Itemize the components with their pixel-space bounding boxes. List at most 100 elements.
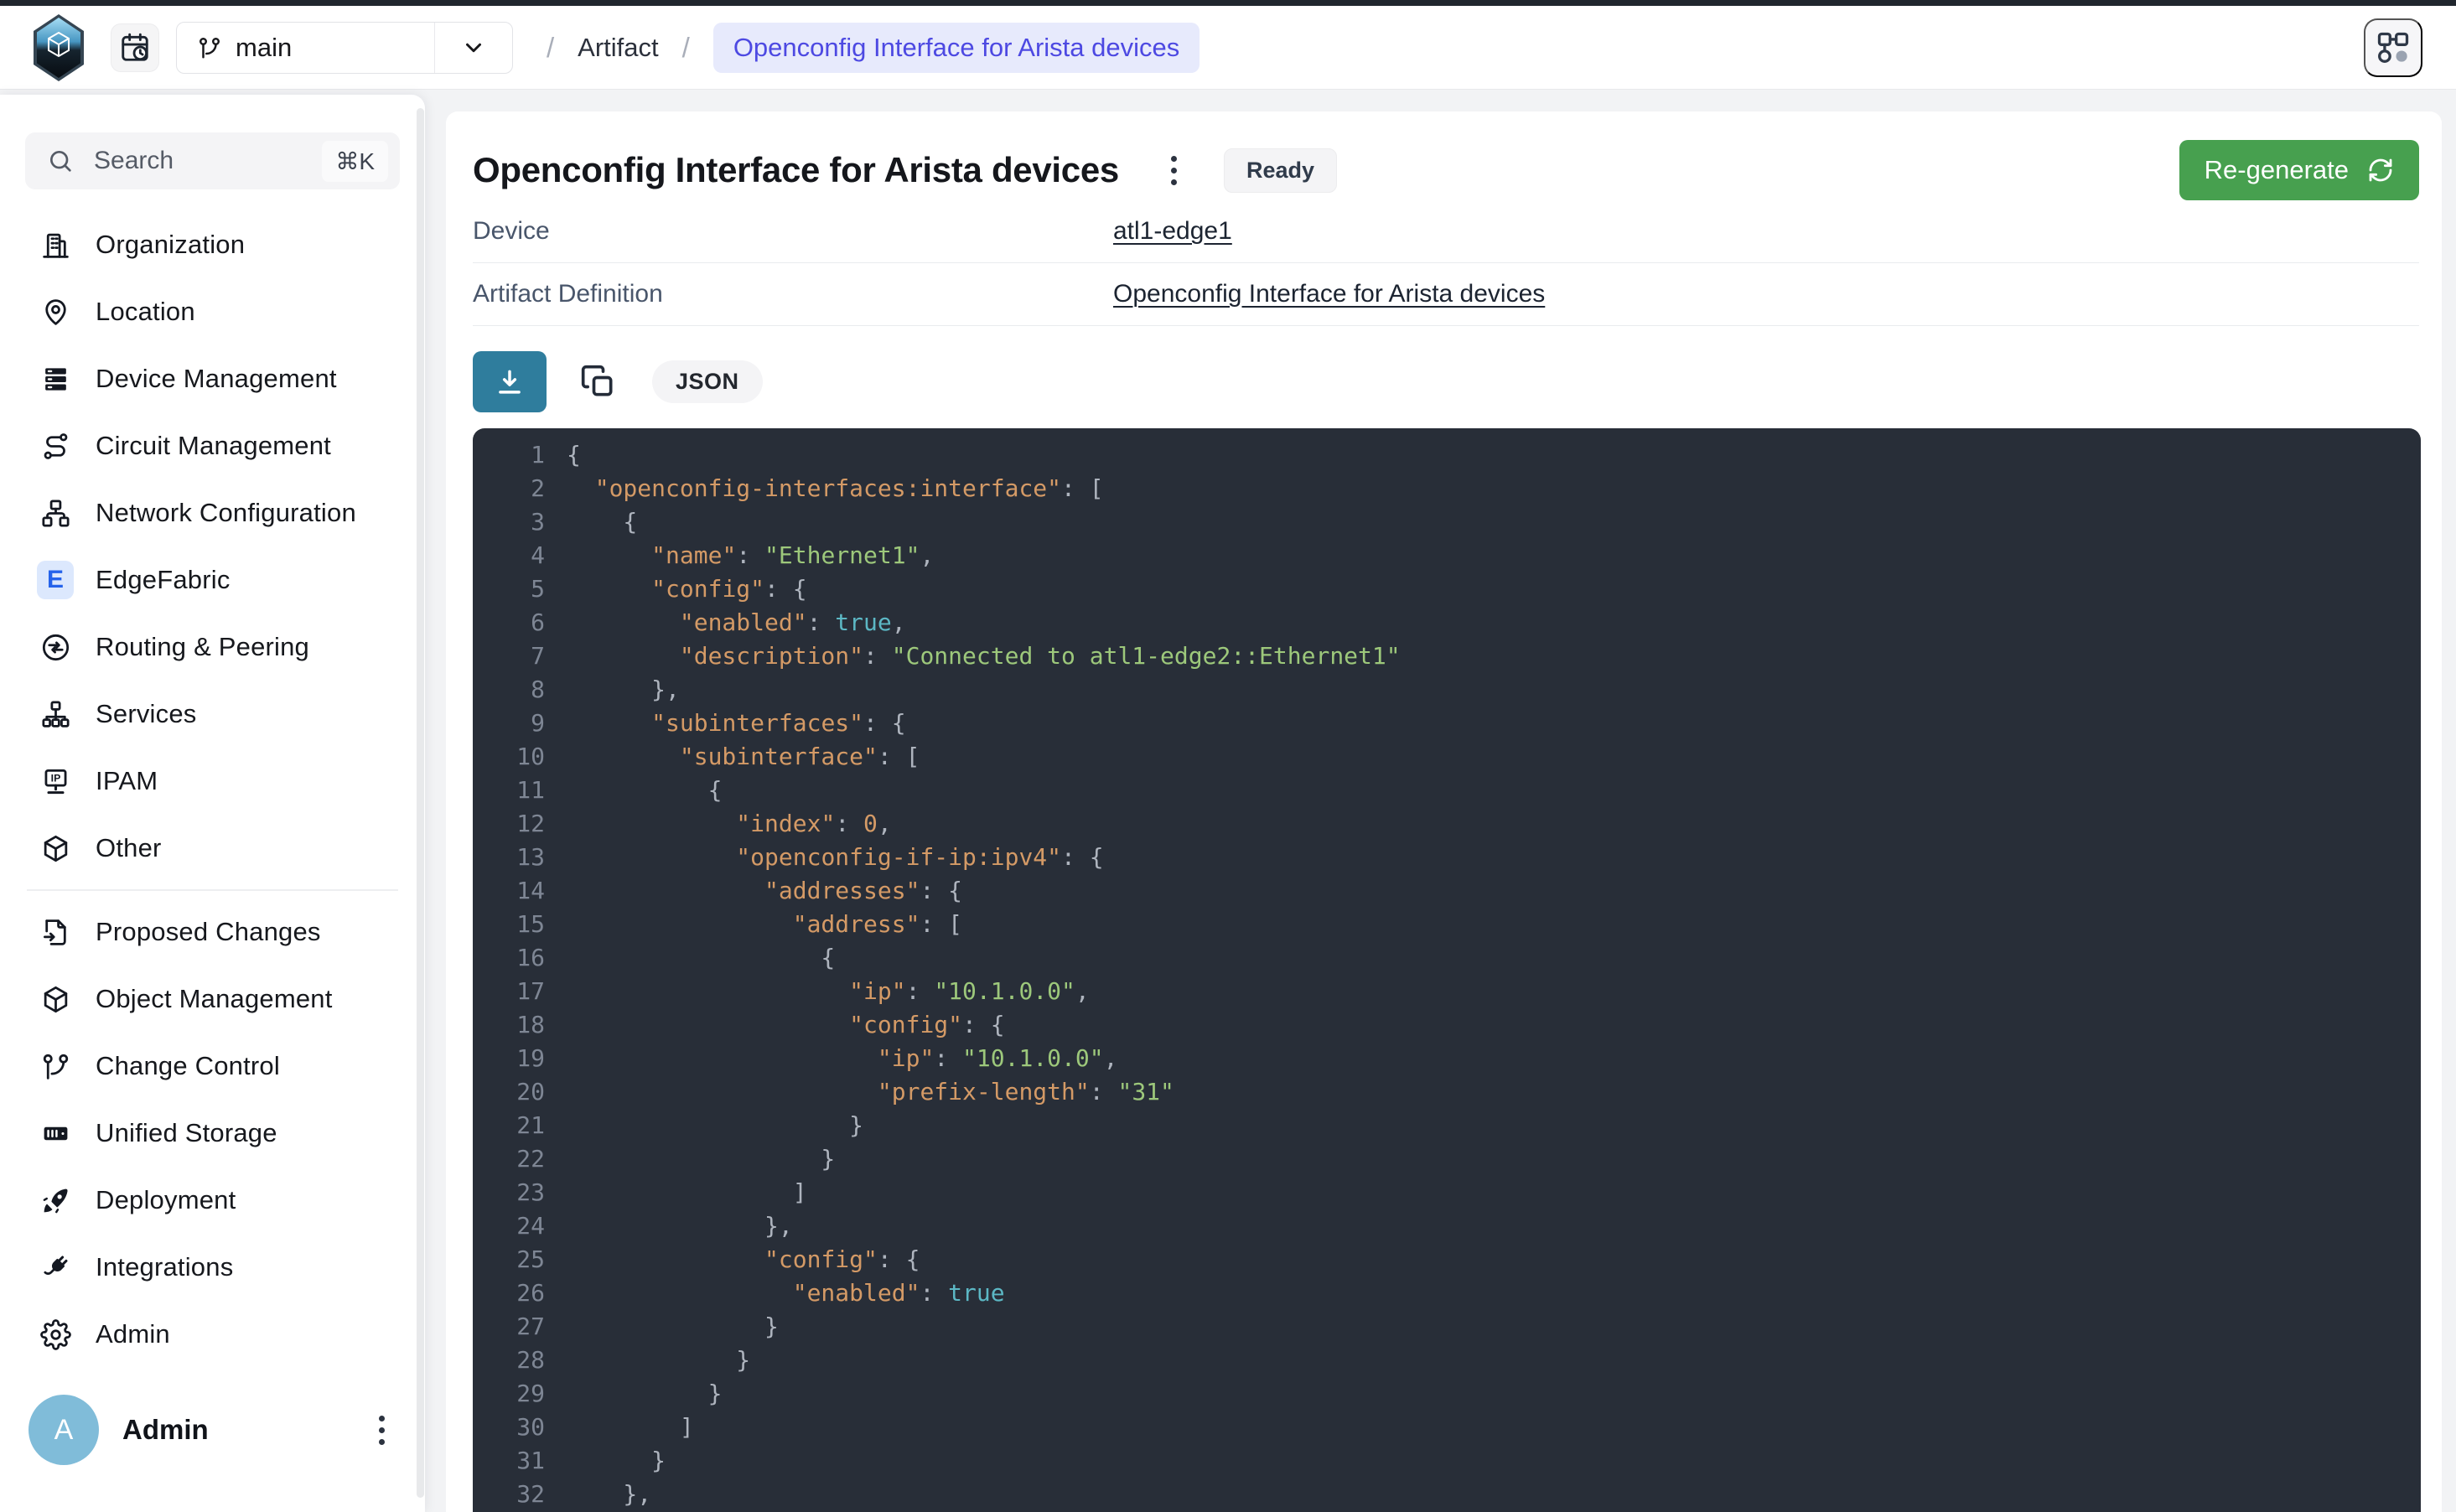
code-line: 32 }, [473, 1478, 2421, 1511]
sidebar-item-object-management[interactable]: Object Management [25, 966, 400, 1033]
sidebar-item-services[interactable]: Services [25, 681, 400, 748]
sidebar-item-label: Network Configuration [96, 498, 356, 528]
code-line: 11 { [473, 774, 2421, 807]
code-text: "description": "Connected to atl1-edge2:… [567, 639, 1401, 673]
svg-text:IP: IP [50, 772, 60, 784]
sidebar-item-proposed-changes[interactable]: Proposed Changes [25, 898, 400, 966]
schema-visualizer-button[interactable] [2364, 18, 2422, 77]
refresh-icon [2367, 157, 2394, 184]
storage-icon [37, 1115, 74, 1152]
sidebar-item-change-control[interactable]: Change Control [25, 1033, 400, 1100]
code-line: 5 "config": { [473, 572, 2421, 606]
line-number: 12 [473, 807, 545, 841]
code-text: "name": "Ethernet1", [567, 539, 934, 572]
code-text: ] [567, 1411, 694, 1444]
avatar[interactable]: A [28, 1395, 99, 1465]
sidebar-item-routing-peering[interactable]: Routing & Peering [25, 614, 400, 681]
code-text: { [567, 438, 581, 472]
sidebar-item-organization[interactable]: Organization [25, 211, 400, 278]
breadcrumb-item-artifact[interactable]: Artifact [578, 33, 658, 63]
sitemap-icon [37, 696, 74, 733]
copy-icon [580, 364, 617, 401]
main-panel: Openconfig Interface for Arista devices … [446, 111, 2442, 1512]
line-number: 26 [473, 1276, 545, 1310]
regenerate-label: Re-generate [2205, 155, 2349, 185]
search-shortcut: ⌘K [322, 141, 388, 182]
sidebar-item-ipam[interactable]: IPIPAM [25, 748, 400, 815]
branch-selector[interactable]: main [176, 22, 513, 74]
sidebar-item-network-configuration[interactable]: Network Configuration [25, 479, 400, 546]
code-line: 20 "prefix-length": "31" [473, 1075, 2421, 1109]
code-line: 28 } [473, 1344, 2421, 1377]
network-icon [37, 495, 74, 531]
code-line: 30 ] [473, 1411, 2421, 1444]
line-number: 28 [473, 1344, 545, 1377]
sidebar-item-label: Change Control [96, 1051, 280, 1081]
code-line: 7 "description": "Connected to atl1-edge… [473, 639, 2421, 673]
sidebar-item-deployment[interactable]: Deployment [25, 1167, 400, 1234]
breadcrumb-item-openconfig-interface-for-arista-devices[interactable]: Openconfig Interface for Arista devices [713, 23, 1200, 73]
code-line: 26 "enabled": true [473, 1276, 2421, 1310]
field-label: Artifact Definition [473, 280, 1113, 308]
line-number: 2 [473, 472, 545, 505]
user-name: Admin [122, 1414, 372, 1446]
date-time-button[interactable] [111, 23, 159, 72]
code-line: 14 "addresses": { [473, 874, 2421, 908]
line-number: 27 [473, 1310, 545, 1344]
line-number: 24 [473, 1209, 545, 1243]
breadcrumb-separator: / [682, 32, 690, 64]
sidebar-item-label: Object Management [96, 984, 333, 1014]
code-text: } [567, 1142, 835, 1176]
sidebar-item-label: Routing & Peering [96, 632, 309, 662]
code-text: { [567, 774, 722, 807]
line-number: 11 [473, 774, 545, 807]
download-icon [494, 366, 526, 398]
code-text: { [567, 941, 835, 975]
line-number: 4 [473, 539, 545, 572]
artifact-menu-button[interactable] [1164, 149, 1184, 192]
user-row: A Admin [25, 1395, 400, 1465]
schema-icon [2375, 29, 2412, 66]
code-line: 31 } [473, 1444, 2421, 1478]
code-text: } [567, 1310, 779, 1344]
code-text: ] [567, 1176, 807, 1209]
line-number: 13 [473, 841, 545, 874]
line-number: 29 [473, 1377, 545, 1411]
code-line: 2 "openconfig-interfaces:interface": [ [473, 472, 2421, 505]
sidebar-item-circuit-management[interactable]: Circuit Management [25, 412, 400, 479]
page-title: Openconfig Interface for Arista devices [473, 150, 1119, 190]
code-line: 24 }, [473, 1209, 2421, 1243]
sidebar-scrollbar[interactable] [417, 108, 424, 1498]
sidebar-item-device-management[interactable]: Device Management [25, 345, 400, 412]
cube-icon [37, 830, 74, 867]
field-label: Device [473, 217, 1113, 246]
search-input[interactable]: Search ⌘K [25, 132, 400, 189]
field-value-link[interactable]: atl1-edge1 [1113, 217, 1232, 246]
sidebar-item-location[interactable]: Location [25, 278, 400, 345]
field-value-link[interactable]: Openconfig Interface for Arista devices [1113, 280, 1545, 308]
code-text: } [567, 1344, 750, 1377]
code-toolbar: JSON [473, 351, 2419, 412]
sidebar-item-unified-storage[interactable]: Unified Storage [25, 1100, 400, 1167]
sidebar-item-other[interactable]: Other [25, 815, 400, 882]
sidebar-item-edgefabric[interactable]: EEdgeFabric [25, 546, 400, 614]
code-viewer[interactable]: 1{2 "openconfig-interfaces:interface": [… [473, 428, 2421, 1512]
regenerate-button[interactable]: Re-generate [2179, 140, 2419, 200]
sidebar-item-admin[interactable]: Admin [25, 1301, 400, 1368]
building-icon [37, 226, 74, 263]
download-button[interactable] [473, 351, 547, 412]
code-line: 3 { [473, 505, 2421, 539]
user-menu-button[interactable] [372, 1409, 391, 1452]
infrahub-logo[interactable] [34, 14, 84, 81]
branch-dropdown-toggle[interactable] [434, 23, 512, 73]
branch-name: main [236, 33, 292, 63]
code-line: 15 "address": [ [473, 908, 2421, 941]
sidebar-item-integrations[interactable]: Integrations [25, 1234, 400, 1301]
breadcrumb: / Artifact / Openconfig Interface for Arist… [547, 23, 1200, 73]
line-number: 15 [473, 908, 545, 941]
code-text: "ip": "10.1.0.0", [567, 975, 1090, 1008]
code-line: 22 } [473, 1142, 2421, 1176]
breadcrumb-separator: / [547, 32, 554, 64]
copy-button[interactable] [580, 364, 617, 401]
code-text: }, [567, 1478, 651, 1511]
